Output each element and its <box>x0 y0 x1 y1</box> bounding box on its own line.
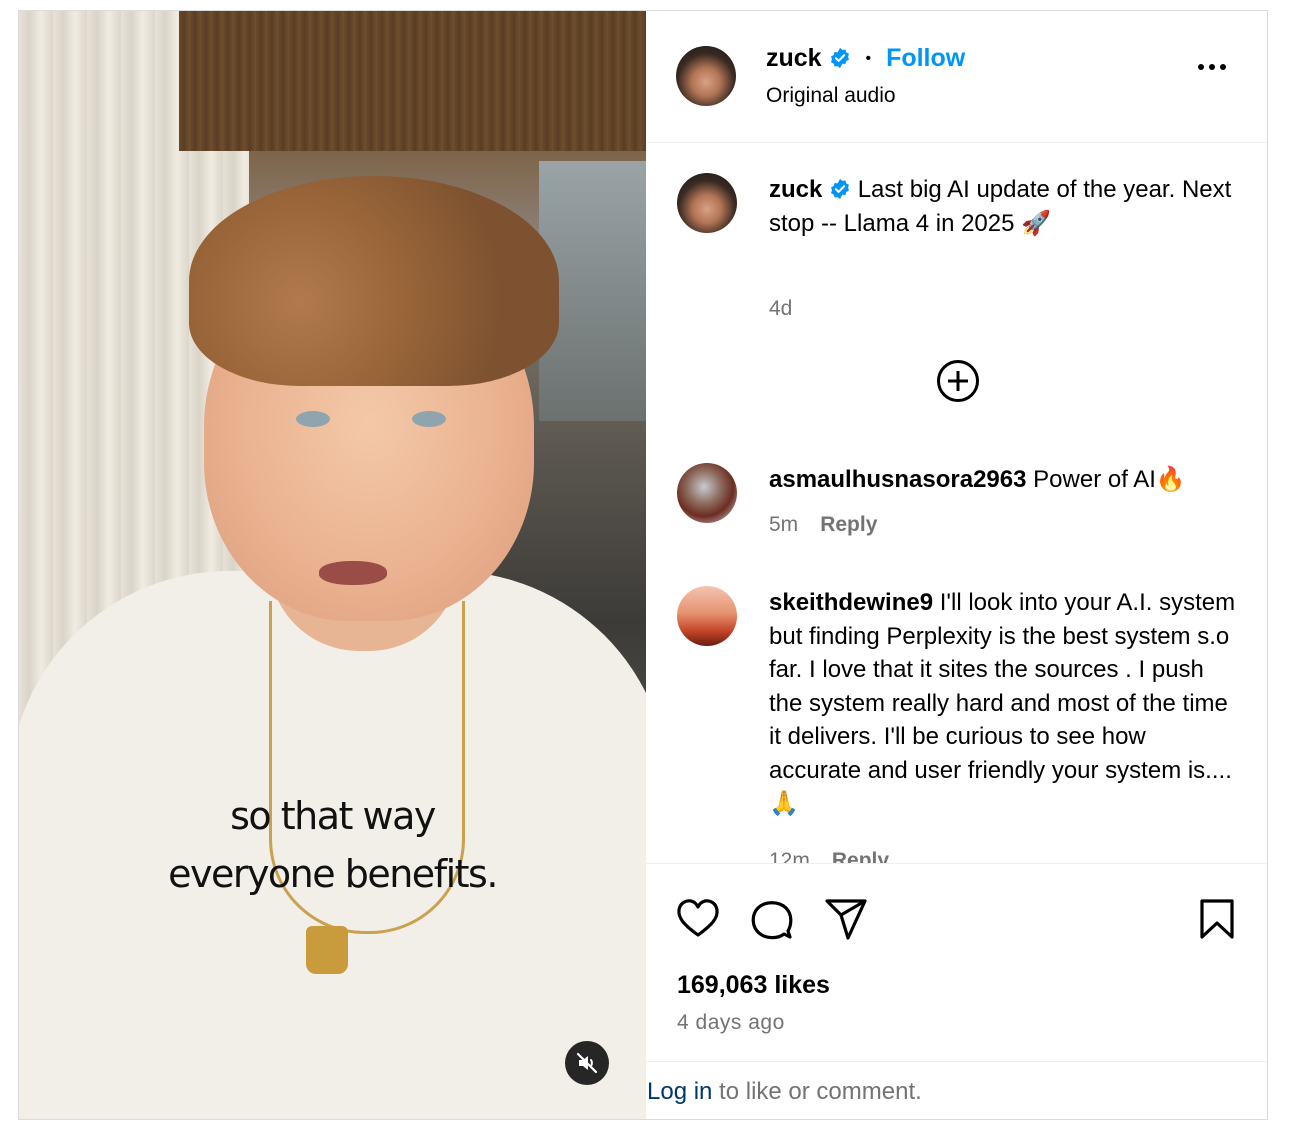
instagram-post: so that way everyone benefits. zuck • Fo… <box>18 10 1268 1120</box>
comment-text-block: asmaulhusnasora2963 Power of AI🔥 <box>769 463 1239 497</box>
post-date: 4 days ago <box>677 1011 785 1034</box>
reply-button[interactable]: Reply <box>820 513 877 536</box>
comment-meta: 12m Reply <box>769 849 889 863</box>
comment-username[interactable]: asmaulhusnasora2963 <box>769 466 1026 493</box>
mute-icon <box>576 1052 598 1074</box>
description-avatar[interactable] <box>677 173 737 233</box>
description-time: 4d <box>769 297 793 320</box>
comment-icon[interactable] <box>750 898 794 940</box>
save-bookmark-icon[interactable] <box>1199 898 1235 940</box>
background-ceiling <box>179 11 646 151</box>
author-avatar[interactable] <box>676 46 736 106</box>
author-username[interactable]: zuck <box>766 44 822 72</box>
commenter-avatar[interactable] <box>677 586 737 646</box>
likes-count[interactable]: 169,063 likes <box>677 971 830 1000</box>
more-options-icon[interactable] <box>1197 63 1227 71</box>
person-mouth <box>319 561 387 585</box>
video-caption-line-2: everyone benefits. <box>168 852 498 896</box>
comment-text: I'll look into your A.I. system but find… <box>769 589 1236 817</box>
person-eye-right <box>412 411 446 427</box>
description-text-block: zuck Last big AI update of the year. Nex… <box>769 173 1239 240</box>
comment-text: Power of AI🔥 <box>1033 466 1186 493</box>
login-prompt-text: to like or comment. <box>712 1078 922 1105</box>
post-side-panel: zuck • Follow Original audio zuck Last b… <box>646 11 1267 1119</box>
login-prompt: Log in to like or comment. <box>646 1061 1267 1119</box>
author-line: zuck • Follow <box>766 44 965 73</box>
video-caption-line-1: so that way <box>230 794 436 838</box>
comment-meta: 5m Reply <box>769 513 877 537</box>
follow-button[interactable]: Follow <box>886 44 965 72</box>
header-separator: • <box>865 50 872 67</box>
commenter-avatar[interactable] <box>677 463 737 523</box>
person-hair <box>189 176 559 386</box>
verified-badge-icon <box>830 47 849 69</box>
comment-time: 12m <box>769 849 810 863</box>
mute-toggle-button[interactable] <box>565 1041 609 1085</box>
action-bar <box>646 863 1267 964</box>
necklace-pendant <box>306 926 348 974</box>
like-heart-icon[interactable] <box>676 898 720 938</box>
reel-video[interactable]: so that way everyone benefits. <box>19 11 646 1119</box>
comments-list[interactable]: zuck Last big AI update of the year. Nex… <box>646 143 1267 863</box>
comment-username[interactable]: skeithdewine9 <box>769 589 933 616</box>
load-more-comments-button[interactable] <box>936 359 980 408</box>
audio-label[interactable]: Original audio <box>766 84 896 108</box>
verified-badge-icon <box>831 178 850 200</box>
comment-time: 5m <box>769 513 799 536</box>
share-icon[interactable] <box>824 898 868 940</box>
description-username[interactable]: zuck <box>769 176 822 203</box>
person-eye-left <box>296 411 330 427</box>
load-more-comments-icon <box>937 360 979 402</box>
login-link[interactable]: Log in <box>647 1078 712 1105</box>
reply-button[interactable]: Reply <box>832 849 889 863</box>
post-header: zuck • Follow Original audio <box>646 11 1267 143</box>
comment-text-block: skeithdewine9 I'll look into your A.I. s… <box>769 586 1239 821</box>
